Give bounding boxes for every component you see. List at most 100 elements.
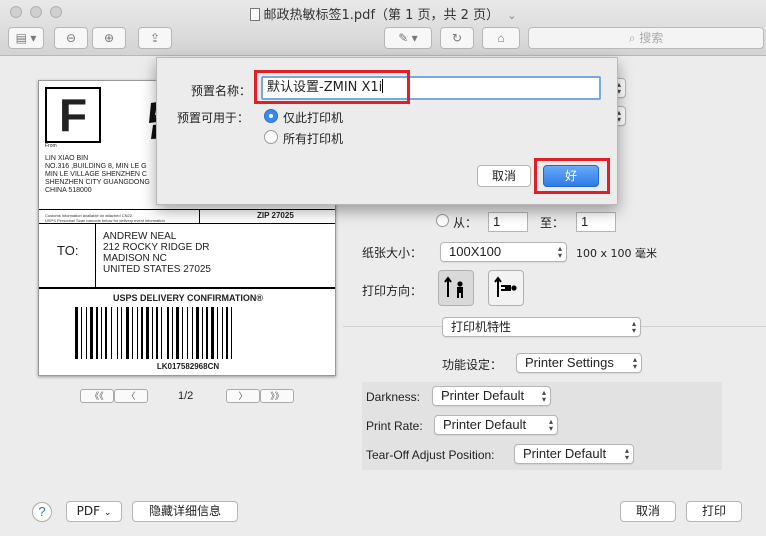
barcode-bar (156, 307, 158, 359)
barcode-bar (222, 307, 223, 359)
barcode-bar (90, 307, 93, 359)
barcode-bar (146, 307, 149, 359)
customs-note: Customs information available on attache… (45, 213, 165, 223)
chevron-updown-icon: ▴ ▾ (548, 417, 553, 433)
pdf-label: PDF (76, 504, 100, 518)
zip-code: ZIP 27025 (257, 211, 294, 220)
this-printer-radio[interactable] (264, 109, 278, 123)
search-field[interactable]: ⌕ 搜索 (528, 27, 764, 49)
print-button[interactable]: 打印 (686, 501, 742, 522)
next-page-icon: 〉 (238, 391, 248, 401)
sender-line: CHINA 518000 (45, 187, 92, 194)
section-value: 打印机特性 (451, 320, 512, 334)
next-page-button[interactable]: 〉 (226, 389, 260, 403)
pdf-menu-button[interactable]: PDF ⌄ (66, 501, 122, 522)
tearoff-value: Printer Default (523, 446, 607, 461)
barcode-bar (101, 307, 102, 359)
orientation-label: 打印方向： (362, 284, 423, 298)
recipient-line: MADISON NC (103, 253, 167, 264)
chevron-updown-icon: ▴ ▾ (557, 244, 562, 260)
chevron-updown-icon: ▴ ▾ (541, 388, 546, 404)
darkness-value: Printer Default (441, 388, 525, 403)
barcode-bar (86, 307, 87, 359)
tracking-number: LK017582968CN (156, 362, 220, 371)
tearoff-popup[interactable]: Printer Default ▴ ▾ (514, 444, 634, 464)
barcode (75, 307, 232, 359)
tearoff-label: Tear-Off Adjust Position: (366, 448, 495, 462)
previous-page-button[interactable]: 〈 (114, 389, 148, 403)
last-page-button[interactable]: 》》 (260, 389, 294, 403)
divider (39, 287, 335, 289)
page-indicator: 1/2 (178, 390, 194, 402)
cancel-button[interactable]: 取消 (477, 165, 531, 187)
barcode-bar (75, 307, 78, 359)
barcode-bar (172, 307, 173, 359)
feature-set-label: 功能设定： (442, 358, 503, 372)
section-popup[interactable]: 打印机特性 ▴ ▾ (442, 317, 641, 337)
to-page-field[interactable]: 1 (576, 212, 616, 232)
chevron-updown-icon: ▴ ▾ (632, 355, 637, 371)
highlight-box (254, 70, 410, 104)
barcode-bar (137, 307, 138, 359)
cancel-print-button[interactable]: 取消 (620, 501, 676, 522)
hide-details-button[interactable]: 隐藏详细信息 (132, 501, 238, 522)
sender-line: LIN XIAO BIN (45, 155, 89, 162)
barcode-bar (192, 307, 193, 359)
barcode-bar (187, 307, 188, 359)
title-chevron-icon[interactable]: ⌄ (507, 9, 516, 22)
sender-address: LIN XIAO BIN NO.316 ,BUILDING 8, MIN LE … (45, 155, 150, 195)
feature-set-popup[interactable]: Printer Settings ▴ ▾ (516, 353, 642, 373)
delivery-confirmation: USPS DELIVERY CONFIRMATION® (113, 293, 263, 303)
chevron-down-icon: ⌄ (103, 508, 112, 518)
feature-set-value: Printer Settings (525, 355, 614, 370)
barcode-bar (105, 307, 107, 359)
recipient-line: ANDREW NEAL (103, 231, 177, 242)
rotate-button[interactable]: ↻ (440, 27, 474, 49)
pdf-document-icon (249, 8, 260, 21)
from-page-field[interactable]: 1 (488, 212, 528, 232)
barcode-bar (206, 307, 208, 359)
recipient-line: 212 ROCKY RIDGE DR (103, 242, 210, 253)
sender-line: NO.316 ,BUILDING 8, MIN LE G (45, 163, 147, 170)
portrait-icon (444, 276, 463, 298)
chevron-updown-icon: ▴ ▾ (624, 446, 629, 462)
paper-size-popup[interactable]: 100X100 ▴ ▾ (440, 242, 567, 262)
print-rate-popup[interactable]: Printer Default ▴ ▾ (434, 415, 558, 435)
share-button[interactable]: ⇪ (138, 27, 172, 49)
darkness-label: Darkness: (366, 390, 421, 404)
toolbox-button[interactable]: ⌂ (482, 27, 520, 49)
divider (39, 223, 335, 224)
page-range-radio[interactable] (436, 214, 449, 227)
search-placeholder: 搜索 (639, 31, 664, 45)
all-printers-label: 所有打印机 (283, 132, 344, 146)
all-printers-radio[interactable] (264, 130, 278, 144)
barcode-bar (141, 307, 143, 359)
preset-available-label: 预置可用于： (177, 111, 250, 125)
barcode-bar (126, 307, 129, 359)
barcode-bar (132, 307, 133, 359)
sender-line: MIN LE VILLAGE SHENZHEN C (45, 171, 147, 178)
sidebar-toggle-button[interactable]: ▤ ▾ (8, 27, 44, 49)
to-label: 至： (540, 216, 565, 230)
landscape-orientation-button[interactable] (488, 270, 524, 306)
delivery-confirmation-text: USPS DELIVERY CONFIRMATION (113, 293, 257, 303)
this-printer-label: 仅此打印机 (283, 111, 344, 125)
barcode-bar (117, 307, 118, 359)
zoom-in-button[interactable]: ⊕ (92, 27, 126, 49)
window-title-text: 邮政热敏标签1.pdf（第 1 页，共 2 页） (263, 8, 500, 23)
help-button[interactable]: ? (32, 502, 52, 522)
print-rate-label: Print Rate: (366, 419, 423, 433)
window-titlebar: 邮政热敏标签1.pdf（第 1 页，共 2 页） ⌄ ▤ ▾ ⊖ ⊕ ⇪ ✎ ▾… (0, 0, 766, 56)
first-page-button[interactable]: 《《 (80, 389, 114, 403)
window-title: 邮政热敏标签1.pdf（第 1 页，共 2 页） ⌄ (0, 4, 766, 23)
markup-button[interactable]: ✎ ▾ (384, 27, 432, 49)
divider (95, 223, 96, 287)
zoom-out-button[interactable]: ⊖ (54, 27, 88, 49)
barcode-bar (81, 307, 82, 359)
portrait-orientation-button[interactable] (438, 270, 474, 306)
from-label: 从： (453, 216, 478, 230)
barcode-bar (96, 307, 98, 359)
darkness-popup[interactable]: Printer Default ▴ ▾ (432, 386, 551, 406)
paper-size-value: 100X100 (449, 244, 502, 259)
preset-name-label: 预置名称： (191, 84, 252, 98)
